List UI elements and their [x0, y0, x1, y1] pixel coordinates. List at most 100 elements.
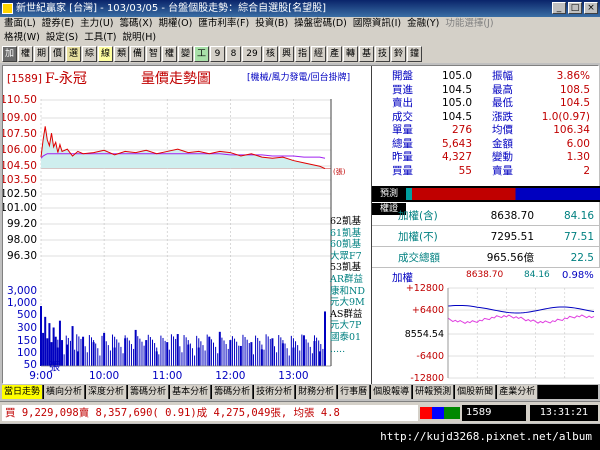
maximize-button[interactable]: □: [568, 2, 582, 14]
bottom-tab-1[interactable]: 橫向分析: [44, 385, 86, 399]
volume-bar: [147, 334, 149, 366]
quote-label: 均價: [492, 124, 513, 136]
toolbar-button-20[interactable]: 產: [327, 46, 342, 62]
menu-item-10[interactable]: 功能選擇(J): [445, 17, 493, 31]
menu-item-7[interactable]: 操盤密碼(D): [294, 17, 347, 31]
bottom-tab-10[interactable]: 研報預測: [413, 385, 455, 399]
bottom-tab-12[interactable]: 產業分析: [497, 385, 539, 399]
toolbar-button-17[interactable]: 興: [279, 46, 294, 62]
broker-item[interactable]: AS群益: [330, 309, 372, 321]
toolbar-button-5[interactable]: 綜: [82, 46, 97, 62]
menu-item-5[interactable]: 匯市利率(F): [198, 17, 249, 31]
toolbar-button-25[interactable]: 鐘: [407, 46, 422, 62]
toolbar-button-7[interactable]: 類: [114, 46, 129, 62]
toolbar-button-3[interactable]: 價: [50, 46, 65, 62]
bottom-tab-8[interactable]: 行事曆: [338, 385, 371, 399]
toolbar-button-9[interactable]: 智: [146, 46, 161, 62]
menu-item-1[interactable]: 證券(E): [42, 17, 74, 31]
toolbar-button-11[interactable]: 變: [178, 46, 193, 62]
bottom-tab-2[interactable]: 深度分析: [86, 385, 128, 399]
bottom-tab-7[interactable]: 財務分析: [296, 385, 338, 399]
volume-bar: [320, 344, 322, 366]
quote-label: 最低: [492, 97, 513, 109]
quote-value: 104.5: [559, 97, 590, 109]
bottom-tab-0[interactable]: 當日走勢: [2, 385, 44, 399]
broker-item[interactable]: 元大9M: [330, 297, 372, 309]
color-legend-bar: [372, 186, 600, 202]
broker-item[interactable]: 61凱基: [330, 228, 372, 240]
toolbar-button-13[interactable]: 9: [210, 46, 225, 62]
title-bar: 新世紀贏家 [台灣] - 103/03/05 - 台盤個股走勢：綜合自選股[名望…: [0, 0, 600, 17]
bottom-tab-5[interactable]: 籌碼分析: [212, 385, 254, 399]
toolbar-button-1[interactable]: 權: [18, 46, 33, 62]
quote-value: 3.86%: [556, 70, 590, 82]
menu-item-6[interactable]: 投資(B): [255, 17, 288, 31]
close-button[interactable]: ×: [584, 2, 598, 14]
toolbar-button-12[interactable]: 工: [194, 46, 209, 62]
menu-item-9[interactable]: 金融(Y): [407, 17, 439, 31]
toolbar-button-23[interactable]: 技: [375, 46, 390, 62]
bottom-tab-4[interactable]: 基本分析: [170, 385, 212, 399]
volume-bar: [164, 340, 166, 366]
broker-item[interactable]: 60凱基: [330, 239, 372, 251]
toolbar-button-6[interactable]: 線: [98, 46, 113, 62]
broker-item[interactable]: 62凱基: [330, 216, 372, 228]
menu-item-2[interactable]: 主力(U): [80, 17, 113, 31]
volume-bar: [297, 345, 299, 366]
volume-bar: [69, 340, 71, 366]
tab-forecast[interactable]: 預測: [372, 188, 406, 200]
broker-item[interactable]: .....: [330, 344, 372, 356]
broker-item[interactable]: 大眾F7: [330, 251, 372, 263]
volume-bar: [179, 346, 181, 366]
menu2-item-3[interactable]: 說明(H): [122, 31, 156, 45]
index-value: 8638.70: [490, 210, 534, 222]
broker-item[interactable]: 康和ND: [330, 286, 372, 298]
broker-item[interactable]: 元大7P: [330, 320, 372, 332]
bottom-tab-3[interactable]: 籌碼分析: [128, 385, 170, 399]
volume-unit-label: (張): [333, 168, 346, 176]
toolbar-button-8[interactable]: 備: [130, 46, 145, 62]
volume-axis-unit: 張: [49, 360, 60, 373]
status-stock-code[interactable]: 1589: [462, 405, 526, 421]
quote-label: 昨量: [392, 151, 413, 163]
menu-item-4[interactable]: 期權(O): [158, 17, 192, 31]
toolbar-button-15[interactable]: 29: [242, 46, 262, 62]
bottom-tab-9[interactable]: 個股報導: [371, 385, 413, 399]
toolbar-button-0[interactable]: 加: [2, 46, 17, 62]
minimize-button[interactable]: _: [552, 2, 566, 14]
menu2-item-0[interactable]: 格視(W): [4, 31, 40, 45]
bottom-tab-11[interactable]: 個股新聞: [455, 385, 497, 399]
menu2-item-2[interactable]: 工具(T): [84, 31, 116, 45]
menu-item-3[interactable]: 籌碼(X): [120, 17, 153, 31]
volume-bar: [194, 355, 196, 366]
quote-row: 成交 104.5 漲跌 1.0(0.97): [372, 111, 600, 124]
toolbar-button-21[interactable]: 轉: [343, 46, 358, 62]
menu-item-8[interactable]: 國際資訊(I): [353, 17, 401, 31]
market-ticker: 買 9,229,098賣 8,357,690( 0.91)成 4,275,049…: [2, 405, 418, 421]
toolbar-button-16[interactable]: 核: [263, 46, 278, 62]
toolbar-button-24[interactable]: 鈴: [391, 46, 406, 62]
broker-item[interactable]: 53凱基: [330, 262, 372, 274]
toolbar-button-18[interactable]: 指: [295, 46, 310, 62]
chart-industry-tags[interactable]: [機械/風力發電/回台掛牌]: [247, 71, 350, 83]
volume-bar: [217, 353, 219, 366]
menu2-item-1[interactable]: 設定(S): [46, 31, 78, 45]
volume-bar: [156, 347, 158, 366]
volume-bar: [80, 338, 82, 366]
toolbar-button-14[interactable]: 8: [226, 46, 241, 62]
toolbar-button-10[interactable]: 權: [162, 46, 177, 62]
broker-item[interactable]: 國泰01: [330, 332, 372, 344]
volume-bar: [288, 355, 290, 366]
toolbar-button-4[interactable]: 選: [66, 46, 81, 62]
menu-item-0[interactable]: 畫面(L): [4, 17, 36, 31]
price-tick-label: 110.50: [3, 94, 37, 106]
quote-label: 賣出: [392, 97, 413, 109]
index-row: 加權(含) 8638.70 84.16: [372, 206, 600, 226]
volume-bar: [307, 342, 309, 366]
broker-item[interactable]: AR群益: [330, 274, 372, 286]
mini-tick-label: -12800: [410, 373, 444, 384]
toolbar-button-2[interactable]: 期: [34, 46, 49, 62]
toolbar-button-19[interactable]: 經: [311, 46, 326, 62]
bottom-tab-6[interactable]: 技術分析: [254, 385, 296, 399]
toolbar-button-22[interactable]: 基: [359, 46, 374, 62]
